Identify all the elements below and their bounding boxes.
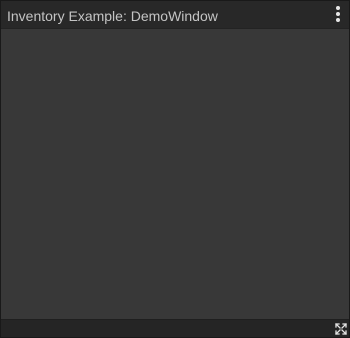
window-title: Inventory Example: DemoWindow [7,8,218,24]
editor-window: Inventory Example: DemoWindow [0,0,350,338]
maximize-icon [334,322,348,336]
window-content-area [1,29,349,319]
window-footer [1,319,349,337]
window-titlebar[interactable]: Inventory Example: DemoWindow [1,1,349,29]
window-menu-button[interactable] [330,4,346,24]
maximize-button[interactable] [334,322,348,336]
kebab-menu-icon [330,4,346,24]
